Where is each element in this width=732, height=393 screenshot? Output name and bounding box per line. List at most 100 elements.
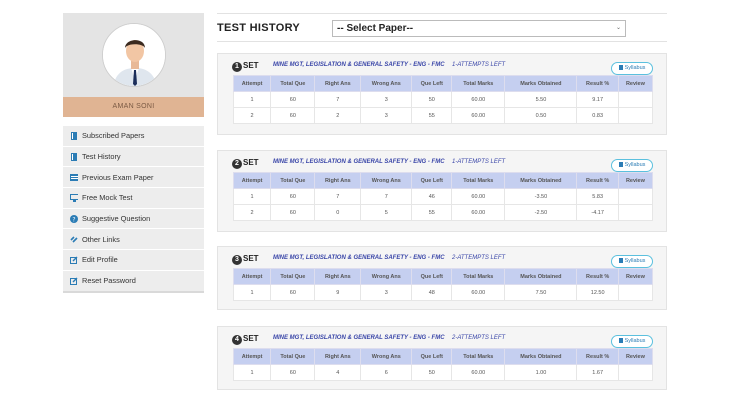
column-header: Total Marks — [451, 75, 506, 92]
sidebar-item-label: Previous Exam Paper — [82, 172, 154, 182]
attempts-left: 1-ATTEMPTS LEFT — [452, 159, 506, 165]
set-number-badge: 4 — [232, 335, 242, 345]
column-header: Wrong Ans — [360, 348, 413, 365]
review-cell[interactable] — [617, 364, 654, 381]
column-header: Marks Obtained — [504, 348, 578, 365]
attempts-left: 1-ATTEMPTS LEFT — [452, 62, 506, 68]
sidebar-item-other-links[interactable]: Other Links — [63, 229, 204, 251]
table-cell: 60.00 — [451, 364, 506, 381]
syllabus-label: Syllabus — [624, 162, 646, 168]
column-header: Total Marks — [451, 268, 506, 285]
table-header-row: Attempt Total Que Right Ans Wrong Ans Que Le… — [232, 75, 654, 92]
monitor-icon — [70, 193, 78, 202]
sidebar-item-free-mock-test[interactable]: Free Mock Test — [63, 188, 204, 209]
table-cell: 5.83 — [576, 188, 619, 205]
set-card-header: 4 SET MINE MGT, LEGISLATION & GENERAL SAFE… — [218, 327, 666, 348]
column-header: Total Que — [270, 268, 316, 285]
table-cell: 3 — [360, 91, 413, 108]
set-label: SET — [243, 61, 259, 70]
syllabus-button[interactable]: Syllabus — [611, 335, 653, 348]
column-header: Result % — [576, 172, 619, 189]
table-cell: 60 — [270, 188, 316, 205]
table-cell: 4 — [314, 364, 362, 381]
set-number-badge: 1 — [232, 62, 242, 72]
table-cell: 60 — [270, 364, 316, 381]
table-cell: 60 — [270, 91, 316, 108]
question-icon: ? — [70, 214, 78, 223]
review-cell[interactable] — [617, 107, 654, 124]
book-icon — [618, 338, 623, 343]
paper-name: MINE MGT, LEGISLATION & GENERAL SAFETY -… — [273, 335, 445, 341]
table-row: 1 60 9 3 48 60.00 7.50 12.50 — [232, 284, 654, 301]
link-icon — [70, 235, 78, 243]
table-cell: 7.50 — [504, 284, 578, 301]
column-header: Marks Obtained — [504, 75, 578, 92]
column-header: Total Marks — [451, 172, 506, 189]
table-cell: -3.50 — [504, 188, 578, 205]
column-header: Right Ans — [314, 268, 362, 285]
column-header: Result % — [576, 268, 619, 285]
column-header: Right Ans — [314, 75, 362, 92]
review-cell[interactable] — [617, 284, 654, 301]
paper-name: MINE MGT, LEGISLATION & GENERAL SAFETY -… — [273, 255, 445, 261]
sidebar-item-edit-profile[interactable]: Edit Profile — [63, 250, 204, 271]
syllabus-label: Syllabus — [624, 258, 646, 264]
paper-select[interactable]: -- Select Paper-- ⌄ — [332, 20, 626, 37]
table-header-row: Attempt Total Que Right Ans Wrong Ans Que Le… — [232, 172, 654, 189]
table-cell: 60.00 — [451, 91, 506, 108]
book-icon — [70, 152, 78, 161]
review-cell[interactable] — [617, 188, 654, 205]
column-header: Total Que — [270, 172, 316, 189]
set-card-header: 3 SET MINE MGT, LEGISLATION & GENERAL SAFE… — [218, 247, 666, 268]
table-cell: 3 — [360, 107, 413, 124]
table-row: 2 60 2 3 55 60.00 0.50 0.83 — [232, 107, 654, 124]
table-cell: 7 — [360, 188, 413, 205]
sidebar-item-label: Reset Password — [82, 276, 136, 286]
edit-icon — [70, 277, 78, 285]
sidebar-item-label: Free Mock Test — [82, 193, 133, 203]
sidebar-item-test-history[interactable]: Test History — [63, 146, 204, 168]
table-cell: 60 — [270, 107, 316, 124]
set-number-badge: 2 — [232, 159, 242, 169]
column-header: Wrong Ans — [360, 172, 413, 189]
table-cell: 9.17 — [576, 91, 619, 108]
set-card: 3 SET MINE MGT, LEGISLATION & GENERAL SAFE… — [217, 246, 667, 310]
table-cell: 0.83 — [576, 107, 619, 124]
table-row: 1 60 4 6 50 60.00 1.00 1.67 — [232, 364, 654, 381]
syllabus-button[interactable]: Syllabus — [611, 255, 653, 268]
book-icon — [618, 162, 623, 167]
table-cell: 60 — [270, 284, 316, 301]
table-cell: 1 — [232, 91, 272, 108]
review-cell[interactable] — [617, 204, 654, 221]
set-label: SET — [243, 158, 259, 167]
chevron-down-icon: ⌄ — [615, 25, 621, 31]
column-header: Wrong Ans — [360, 268, 413, 285]
set-card: 1 SET MINE MGT, LEGISLATION & GENERAL SAFE… — [217, 53, 667, 135]
set-card-header: 1 SET MINE MGT, LEGISLATION & GENERAL SAFE… — [218, 54, 666, 75]
column-header: Attempt — [232, 348, 272, 365]
syllabus-button[interactable]: Syllabus — [611, 62, 653, 75]
paper-select-value: -- Select Paper-- — [337, 23, 414, 34]
table-cell: -2.50 — [504, 204, 578, 221]
table-cell: 1 — [232, 188, 272, 205]
sidebar-item-previous-exam-paper[interactable]: Previous Exam Paper — [63, 167, 204, 189]
sidebar-item-suggestive-question[interactable]: ? Suggestive Question — [63, 208, 204, 230]
attempts-left: 2-ATTEMPTS LEFT — [452, 335, 506, 341]
sidebar-item-subscribed-papers[interactable]: Subscribed Papers — [63, 126, 204, 147]
paper-name: MINE MGT, LEGISLATION & GENERAL SAFETY -… — [273, 159, 445, 165]
table-cell: 1.00 — [504, 364, 578, 381]
table-cell: 2 — [232, 204, 272, 221]
review-cell[interactable] — [617, 91, 654, 108]
syllabus-label: Syllabus — [624, 338, 646, 344]
table-cell: 46 — [411, 188, 453, 205]
sidebar-item-reset-password[interactable]: Reset Password — [63, 270, 204, 292]
table-cell: 7 — [314, 188, 362, 205]
profile-name: AMAN SONI — [63, 97, 204, 117]
edit-icon — [70, 256, 78, 264]
syllabus-button[interactable]: Syllabus — [611, 159, 653, 172]
column-header: Marks Obtained — [504, 172, 578, 189]
table-cell: 0 — [314, 204, 362, 221]
table-cell: 48 — [411, 284, 453, 301]
column-header: Result % — [576, 75, 619, 92]
table-cell: 9 — [314, 284, 362, 301]
